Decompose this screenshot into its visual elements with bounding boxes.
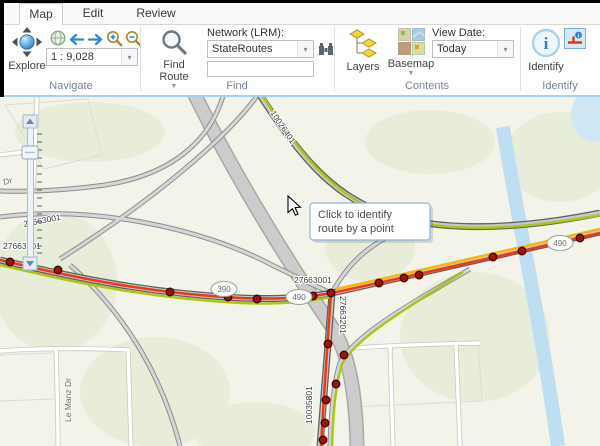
map-tooltip: Click to identify route by a point bbox=[310, 203, 433, 243]
shield-490-mid: 490 bbox=[292, 293, 306, 302]
svg-text:i: i bbox=[544, 34, 549, 53]
explore-button[interactable]: Explore bbox=[6, 27, 48, 72]
shield-390: 390 bbox=[217, 285, 231, 294]
layers-button[interactable]: Layers bbox=[342, 28, 384, 73]
explore-icon bbox=[11, 27, 43, 60]
tab-review[interactable]: Review bbox=[128, 3, 184, 24]
group-label-navigate: Navigate bbox=[4, 80, 138, 92]
app-window: Map Edit Review Explore bbox=[0, 0, 600, 446]
basemap-label: Basemap bbox=[388, 59, 434, 70]
identify-button[interactable]: i Identify bbox=[526, 28, 566, 73]
dropdown-arrow-icon[interactable]: ▾ bbox=[121, 49, 137, 65]
network-combo-value: StateRoutes bbox=[208, 41, 297, 57]
route-label-south-vert: 27663201 bbox=[338, 296, 348, 334]
route-label-bottom-vert: 10035801 bbox=[304, 386, 314, 424]
dropdown-arrow-icon[interactable]: ▾ bbox=[497, 41, 513, 57]
arrow-right-icon bbox=[87, 33, 104, 46]
layers-icon bbox=[348, 28, 378, 61]
explore-label: Explore bbox=[8, 61, 45, 72]
view-date-label: View Date: bbox=[432, 27, 485, 39]
identify-label: Identify bbox=[528, 62, 563, 73]
map-viewport[interactable]: 390 490 490 27663001 27663101 27663001 2… bbox=[0, 97, 600, 446]
tab-edit[interactable]: Edit bbox=[70, 3, 116, 24]
map-scale-combo[interactable]: 1 : 9,028 ▾ bbox=[46, 48, 138, 66]
basemap-button[interactable]: Basemap ▼ bbox=[388, 28, 434, 77]
find-route-label-1: Find bbox=[163, 60, 184, 71]
identify-route-location-tool[interactable] bbox=[564, 28, 586, 49]
globe-icon bbox=[50, 30, 66, 46]
group-label-contents: Contents bbox=[334, 80, 520, 92]
window-left-edge bbox=[0, 0, 4, 97]
search-routes-button[interactable] bbox=[317, 41, 335, 62]
window-top-edge bbox=[0, 0, 600, 3]
dropdown-arrow-icon[interactable]: ▾ bbox=[297, 41, 313, 57]
street-label-le-manz-dr: Le Manz Dr bbox=[63, 378, 73, 422]
ribbon-tab-bar: Map Edit Review bbox=[4, 3, 600, 25]
basemap-icon bbox=[398, 28, 425, 58]
group-label-identify: Identify bbox=[520, 80, 600, 92]
route-input[interactable] bbox=[207, 61, 314, 77]
identify-route-location-icon bbox=[565, 29, 585, 48]
zoom-in-icon bbox=[106, 30, 123, 47]
view-date-value: Today bbox=[433, 41, 497, 57]
identify-icon: i bbox=[531, 28, 561, 61]
network-lrm-label: Network (LRM): bbox=[207, 27, 284, 39]
chevron-down-icon: ▼ bbox=[408, 71, 415, 77]
route-label-junction: 27663001 bbox=[294, 275, 332, 285]
tab-map[interactable]: Map bbox=[19, 3, 63, 25]
network-combo[interactable]: StateRoutes ▾ bbox=[207, 40, 314, 58]
tooltip-line-1: Click to identify bbox=[318, 209, 392, 221]
ribbon: Explore bbox=[4, 25, 600, 95]
map-scale-value: 1 : 9,028 bbox=[47, 49, 121, 65]
view-date-combo[interactable]: Today ▾ bbox=[432, 40, 514, 58]
route-label-west-horiz: 27663101 bbox=[3, 241, 41, 251]
tooltip-line-2: route by a point bbox=[318, 223, 394, 235]
shield-490-east: 490 bbox=[553, 239, 567, 248]
group-label-find: Find bbox=[140, 80, 334, 92]
arrow-left-icon bbox=[68, 33, 85, 46]
binoculars-icon bbox=[317, 41, 335, 57]
layers-label: Layers bbox=[346, 62, 379, 73]
find-route-icon bbox=[160, 28, 188, 59]
